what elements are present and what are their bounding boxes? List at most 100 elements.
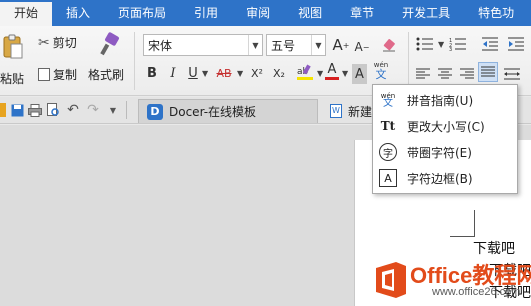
tab-page-layout[interactable]: 页面布局: [104, 0, 180, 26]
chevron-down-icon[interactable]: ▼: [317, 69, 323, 78]
align-center-button[interactable]: [436, 64, 454, 84]
cut-label: 剪切: [52, 36, 77, 50]
align-left-icon: [416, 68, 430, 79]
increase-indent-button[interactable]: [506, 34, 526, 54]
bullet-list-button[interactable]: [414, 34, 436, 54]
change-case-icon: Tt: [380, 119, 396, 133]
folder-icon[interactable]: [0, 103, 6, 117]
format-painter-button[interactable]: [94, 30, 126, 60]
font-size-select[interactable]: 五号 ▼: [266, 34, 326, 56]
office-logo-icon: [376, 262, 406, 298]
tab-insert[interactable]: 插入: [52, 0, 104, 26]
highlighter-icon: ab: [297, 64, 313, 80]
align-left-button[interactable]: [414, 64, 432, 84]
bold-button[interactable]: B: [145, 63, 159, 83]
scissors-icon: ✂: [38, 34, 50, 51]
align-center-icon: [438, 68, 452, 79]
separator: [408, 32, 409, 90]
tab-developer[interactable]: 开发工具: [388, 0, 464, 26]
menu-item-label: 字符边框(B): [407, 171, 473, 186]
shrink-font-button[interactable]: A −: [354, 37, 370, 57]
tab-section[interactable]: 章节: [336, 0, 388, 26]
superscript-button[interactable]: X²: [247, 63, 267, 83]
color-bar-icon: [325, 76, 339, 80]
underline-button[interactable]: U: [186, 63, 200, 83]
separator: [134, 32, 135, 90]
chevron-down-icon[interactable]: ▼: [438, 40, 444, 49]
font-color-button[interactable]: A: [324, 61, 340, 81]
copy-icon: [38, 68, 50, 81]
char-shading-button[interactable]: A: [352, 64, 367, 84]
chevron-down-icon[interactable]: ▼: [202, 69, 208, 78]
phonetic-guide-button[interactable]: wén 文: [372, 60, 390, 80]
indent-icon: [508, 37, 524, 51]
ribbon-tabs: 开始 插入 页面布局 引用 审阅 视图 章节 开发工具 特色功: [0, 0, 531, 26]
chevron-down-icon[interactable]: ▼: [342, 69, 348, 78]
justify-icon: [481, 66, 495, 77]
format-painter-label[interactable]: 格式刷: [88, 66, 124, 83]
menu-item-enclosed-char[interactable]: 字 带圈字符(E): [373, 139, 517, 165]
font-name-value: 宋体: [148, 38, 173, 53]
watermark-url: www.office26.com: [432, 286, 521, 298]
word-doc-icon: W: [330, 104, 342, 118]
font-name-select[interactable]: 宋体 ▼: [143, 34, 263, 56]
cut-button[interactable]: ✂ 剪切: [38, 34, 77, 51]
tab-docer-templates[interactable]: D Docer-在线模板: [138, 99, 318, 123]
grow-font-button[interactable]: A +: [332, 35, 350, 55]
copy-label: 复制: [53, 68, 78, 82]
numbered-list-icon: 123: [449, 38, 466, 51]
brush-icon: [100, 32, 119, 56]
distribute-button[interactable]: [502, 64, 522, 84]
pinyin-icon: wén 文: [380, 92, 396, 109]
docer-tab-label: Docer-在线模板: [169, 105, 257, 119]
subscript-button[interactable]: X₂: [269, 63, 289, 83]
svg-text:3: 3: [449, 47, 452, 51]
menu-item-pinyin-guide[interactable]: wén 文 拼音指南(U): [373, 87, 517, 113]
distribute-icon: [504, 68, 520, 80]
menu-item-change-case[interactable]: Tt 更改大小写(C): [373, 113, 517, 139]
save-icon[interactable]: [10, 102, 24, 118]
redo-icon[interactable]: ↷: [86, 102, 100, 118]
paste-label[interactable]: 粘贴: [0, 70, 24, 87]
docer-logo-icon: D: [147, 103, 163, 120]
chevron-down-icon[interactable]: ▼: [106, 102, 120, 118]
menu-item-label: 带圈字符(E): [407, 145, 472, 160]
highlight-button[interactable]: ab: [294, 62, 316, 82]
undo-icon[interactable]: ↶: [66, 102, 80, 118]
margin-marker: [474, 210, 475, 236]
italic-button[interactable]: I: [166, 63, 180, 83]
paste-button[interactable]: [0, 32, 26, 62]
justify-button[interactable]: [478, 62, 498, 82]
margin-marker: [450, 236, 475, 237]
tab-view[interactable]: 视图: [284, 0, 336, 26]
menu-item-label: 拼音指南(U): [407, 93, 474, 108]
phonetic-guide-menu: wén 文 拼音指南(U) Tt 更改大小写(C) 字 带圈字符(E) A 字符…: [372, 84, 518, 194]
chevron-down-icon[interactable]: ▼: [311, 35, 325, 55]
tab-home[interactable]: 开始: [0, 0, 53, 26]
align-right-icon: [460, 68, 474, 79]
chevron-down-icon[interactable]: ▼: [248, 35, 262, 55]
print-preview-icon[interactable]: [46, 102, 60, 118]
watermark: Office教程网 www.office26.com: [370, 256, 531, 306]
tab-references[interactable]: 引用: [180, 0, 232, 26]
wen-char-icon: 文: [375, 68, 387, 81]
outdent-icon: [482, 37, 498, 51]
decrease-indent-button[interactable]: [480, 34, 500, 54]
char-border-icon: A: [379, 169, 397, 187]
chevron-down-icon[interactable]: ▼: [237, 69, 243, 78]
numbered-list-button[interactable]: 123: [447, 34, 469, 54]
menu-item-label: 更改大小写(C): [407, 119, 485, 134]
paste-icon: [3, 34, 23, 59]
copy-button[interactable]: 复制: [38, 66, 77, 83]
menu-item-char-border[interactable]: A 字符边框(B): [373, 165, 517, 191]
align-right-button[interactable]: [458, 64, 476, 84]
eraser-icon: [383, 39, 395, 52]
print-icon[interactable]: [28, 102, 42, 118]
document-text-line[interactable]: 下载吧: [473, 238, 515, 258]
new-tab-label: 新建: [348, 104, 373, 119]
enclosed-char-icon: 字: [379, 143, 397, 161]
strikethrough-button[interactable]: AB: [212, 63, 236, 83]
clear-format-button[interactable]: [380, 35, 398, 55]
tab-special[interactable]: 特色功: [464, 0, 528, 26]
tab-review[interactable]: 审阅: [232, 0, 284, 26]
